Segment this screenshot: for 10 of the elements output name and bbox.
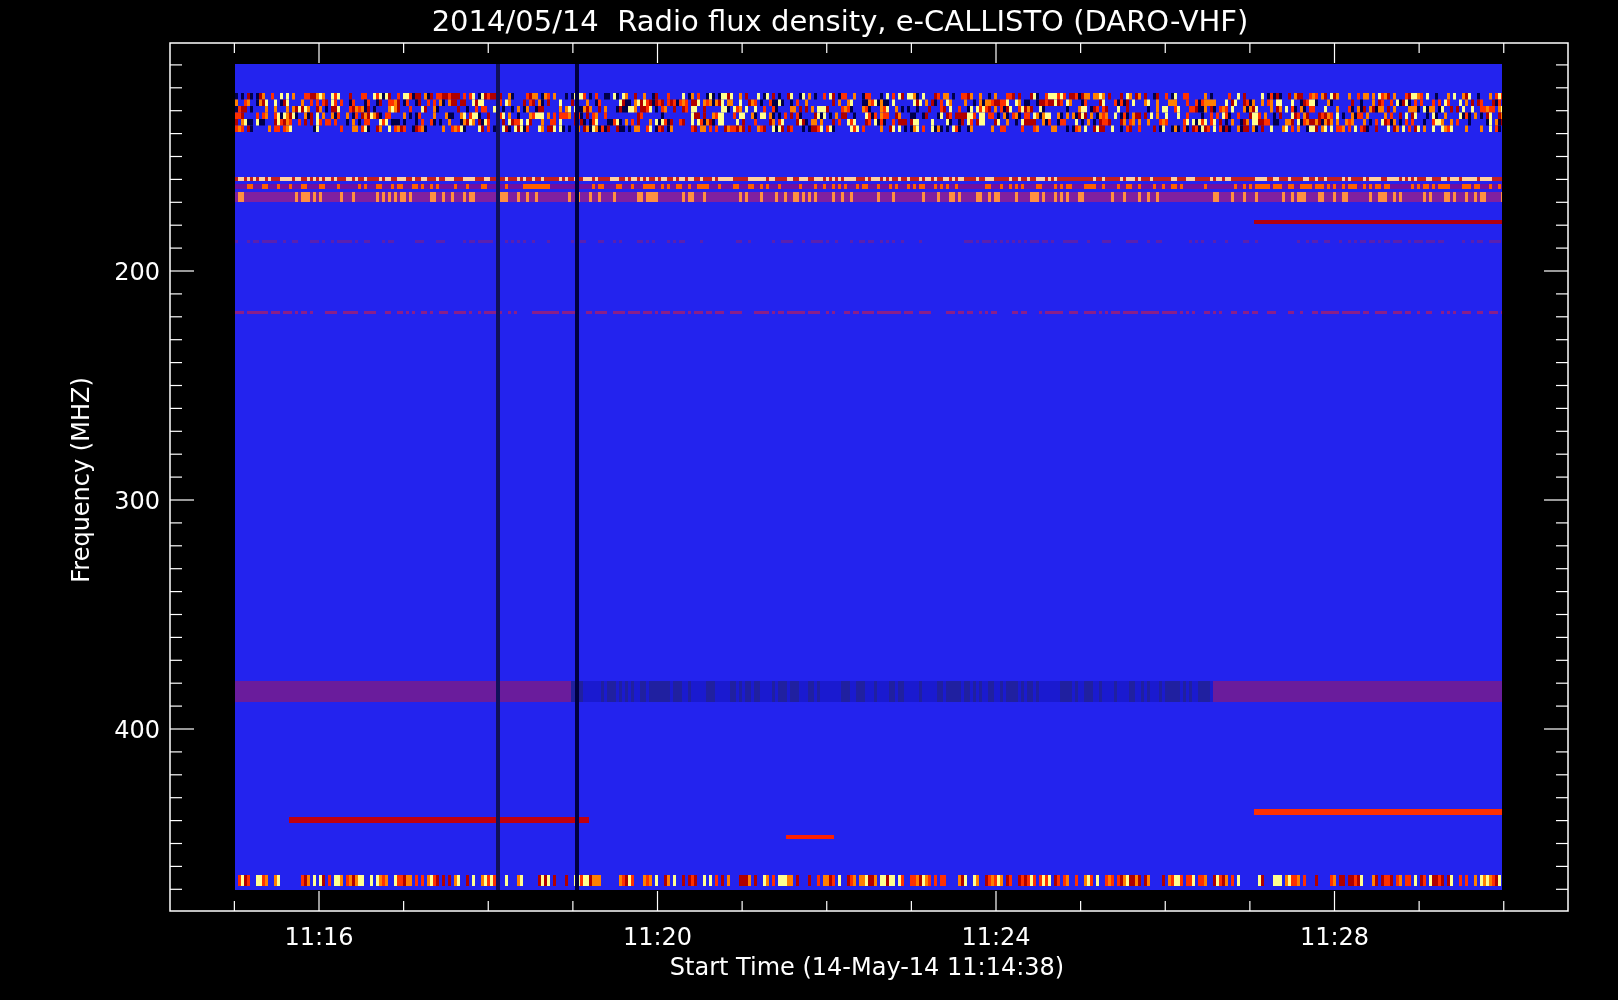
x-tick-label: 11:28 (1299, 923, 1370, 951)
x-axis-title: Start Time (14-May-14 11:14:38) (669, 953, 1065, 981)
x-tick-label: 11:20 (622, 923, 693, 951)
chart-title: 2014/05/14 Radio flux density, e-CALLISTO (DARO-VHF) (431, 4, 1249, 38)
x-tick-label: 11:24 (961, 923, 1031, 951)
y-tick-label: 400 (114, 716, 160, 744)
y-axis-title: Frequency (MHZ) (67, 377, 95, 583)
x-tick-label: 11:16 (284, 923, 354, 951)
y-tick-label: 300 (114, 487, 160, 515)
y-tick-label: 200 (114, 258, 160, 286)
